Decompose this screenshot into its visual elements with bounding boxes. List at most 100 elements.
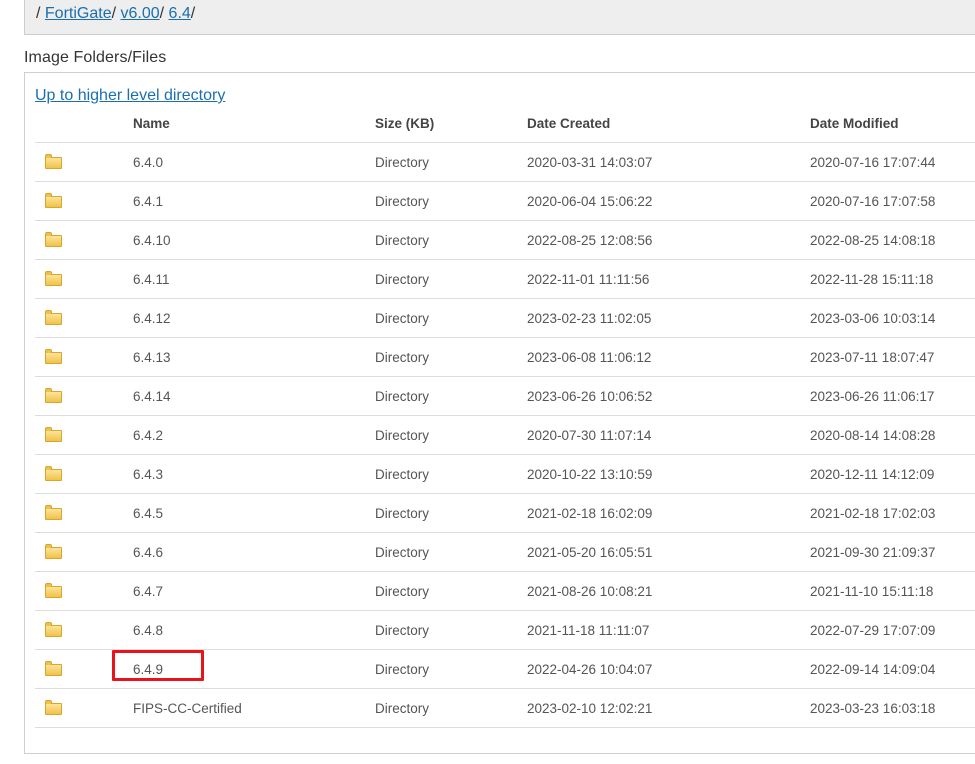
breadcrumb-sep: / [36, 5, 41, 22]
row-date-created: 2020-07-30 11:07:14 [527, 415, 810, 455]
row-icon-cell [35, 571, 133, 611]
table-row[interactable]: 6.4.5 Directory 2021-02-18 16:02:09 2021-02… [35, 493, 975, 533]
row-name-link[interactable]: 6.4.13 [133, 337, 375, 377]
table-row[interactable]: 6.4.13 Directory 2023-06-08 11:06:12 2023-0… [35, 337, 975, 377]
folder-icon[interactable] [45, 660, 62, 676]
row-icon-cell [35, 415, 133, 455]
row-date-modified: 2023-07-11 18:07:47 [810, 337, 975, 377]
row-size: Directory [375, 454, 527, 494]
table-row[interactable]: 6.4.8 Directory 2021-11-18 11:11:07 2022-07… [35, 610, 975, 650]
table-row[interactable]: 6.4.7 Directory 2021-08-26 10:08:21 2021-11… [35, 571, 975, 611]
row-date-created: 2022-04-26 10:04:07 [527, 649, 810, 689]
row-name-link[interactable]: 6.4.8 [133, 610, 375, 650]
breadcrumb-link-fortigate[interactable]: FortiGate [45, 5, 112, 22]
table-row[interactable]: 6.4.10 Directory 2022-08-25 12:08:56 2022-0… [35, 220, 975, 260]
row-name-link[interactable]: 6.4.3 [133, 454, 375, 494]
row-icon-cell [35, 220, 133, 260]
table-row[interactable]: 6.4.11 Directory 2022-11-01 11:11:56 2022-1… [35, 259, 975, 299]
row-icon-cell [35, 181, 133, 221]
breadcrumb-sep: / [159, 5, 165, 22]
row-date-created: 2023-06-08 11:06:12 [527, 337, 810, 377]
row-size: Directory [375, 181, 527, 221]
row-name-link[interactable]: 6.4.14 [133, 376, 375, 416]
row-date-created: 2021-05-20 16:05:51 [527, 532, 810, 572]
row-icon-cell [35, 532, 133, 572]
table-row[interactable]: 6.4.3 Directory 2020-10-22 13:10:59 2020-12… [35, 454, 975, 494]
row-icon-cell [35, 259, 133, 299]
folder-icon[interactable] [45, 348, 62, 364]
folder-icon[interactable] [45, 504, 62, 520]
row-date-created: 2023-02-10 12:02:21 [527, 688, 810, 728]
row-date-created: 2021-08-26 10:08:21 [527, 571, 810, 611]
row-icon-cell [35, 454, 133, 494]
folder-icon[interactable] [45, 387, 62, 403]
table-row[interactable]: 6.4.6 Directory 2021-05-20 16:05:51 2021-09… [35, 532, 975, 572]
row-name-link[interactable]: 6.4.10 [133, 220, 375, 260]
table-row[interactable]: 6.4.12 Directory 2023-02-23 11:02:05 2023-0… [35, 298, 975, 338]
row-icon-cell [35, 298, 133, 338]
row-date-modified: 2022-08-25 14:08:18 [810, 220, 975, 260]
folder-icon[interactable] [45, 699, 62, 715]
folder-icon[interactable] [45, 309, 62, 325]
row-name-link[interactable]: 6.4.0 [133, 142, 375, 182]
table-row[interactable]: 6.4.9 Directory 2022-04-26 10:04:07 2022-09… [35, 649, 975, 689]
section-title: Image Folders/Files [24, 49, 167, 66]
row-icon-cell [35, 688, 133, 728]
folder-icon[interactable] [45, 192, 62, 208]
header-date-created[interactable]: Date Created [527, 104, 810, 143]
row-name-link[interactable]: FIPS-CC-Certified [133, 688, 375, 728]
row-name-link[interactable]: 6.4.11 [133, 259, 375, 299]
row-date-modified: 2023-03-06 10:03:14 [810, 298, 975, 338]
row-date-modified: 2020-12-11 14:12:09 [810, 454, 975, 494]
table-row[interactable]: 6.4.14 Directory 2023-06-26 10:06:52 2023-0… [35, 376, 975, 416]
row-size: Directory [375, 142, 527, 182]
row-date-modified: 2021-11-10 15:11:18 [810, 571, 975, 611]
row-icon-cell [35, 649, 133, 689]
folder-icon[interactable] [45, 465, 62, 481]
row-date-modified: 2022-09-14 14:09:04 [810, 649, 975, 689]
row-icon-cell [35, 376, 133, 416]
row-size: Directory [375, 376, 527, 416]
row-name-link[interactable]: 6.4.9 [133, 649, 375, 689]
row-name-link[interactable]: 6.4.12 [133, 298, 375, 338]
folder-icon[interactable] [45, 153, 62, 169]
row-date-created: 2020-10-22 13:10:59 [527, 454, 810, 494]
row-date-created: 2021-02-18 16:02:09 [527, 493, 810, 533]
up-directory-link[interactable]: Up to higher level directory [35, 87, 225, 105]
folder-icon[interactable] [45, 621, 62, 637]
header-icon-col [35, 104, 133, 143]
row-size: Directory [375, 298, 527, 338]
breadcrumb-sep: / [111, 5, 117, 22]
row-date-created: 2021-11-18 11:11:07 [527, 610, 810, 650]
row-name-link[interactable]: 6.4.2 [133, 415, 375, 455]
row-size: Directory [375, 337, 527, 377]
table-row[interactable]: FIPS-CC-Certified Directory 2023-02-10 12:… [35, 688, 975, 728]
folder-icon[interactable] [45, 426, 62, 442]
header-size[interactable]: Size (KB) [375, 104, 527, 143]
row-icon-cell [35, 337, 133, 377]
header-date-modified[interactable]: Date Modified [810, 104, 975, 143]
file-browser-panel: Up to higher level directory Name Size (… [24, 72, 975, 754]
directory-table: Name Size (KB) Date Created Date Modifie… [35, 104, 975, 728]
table-row[interactable]: 6.4.2 Directory 2020-07-30 11:07:14 2020-08… [35, 415, 975, 455]
row-name-link[interactable]: 6.4.5 [133, 493, 375, 533]
header-name[interactable]: Name [133, 104, 375, 143]
breadcrumb-link-64[interactable]: 6.4 [169, 5, 191, 22]
table-row[interactable]: 6.4.1 Directory 2020-06-04 15:06:22 2020-07… [35, 181, 975, 221]
folder-icon[interactable] [45, 582, 62, 598]
folder-icon[interactable] [45, 543, 62, 559]
row-date-modified: 2023-03-23 16:03:18 [810, 688, 975, 728]
breadcrumb-link-v600[interactable]: v6.00 [121, 5, 160, 22]
table-row[interactable]: 6.4.0 Directory 2020-03-31 14:03:07 2020-07… [35, 142, 975, 182]
row-size: Directory [375, 493, 527, 533]
row-size: Directory [375, 532, 527, 572]
row-icon-cell [35, 493, 133, 533]
row-name-link[interactable]: 6.4.6 [133, 532, 375, 572]
row-name-link[interactable]: 6.4.1 [133, 181, 375, 221]
row-date-modified: 2021-02-18 17:02:03 [810, 493, 975, 533]
row-name-link[interactable]: 6.4.7 [133, 571, 375, 611]
folder-icon[interactable] [45, 231, 62, 247]
folder-icon[interactable] [45, 270, 62, 286]
row-date-created: 2023-02-23 11:02:05 [527, 298, 810, 338]
row-size: Directory [375, 571, 527, 611]
